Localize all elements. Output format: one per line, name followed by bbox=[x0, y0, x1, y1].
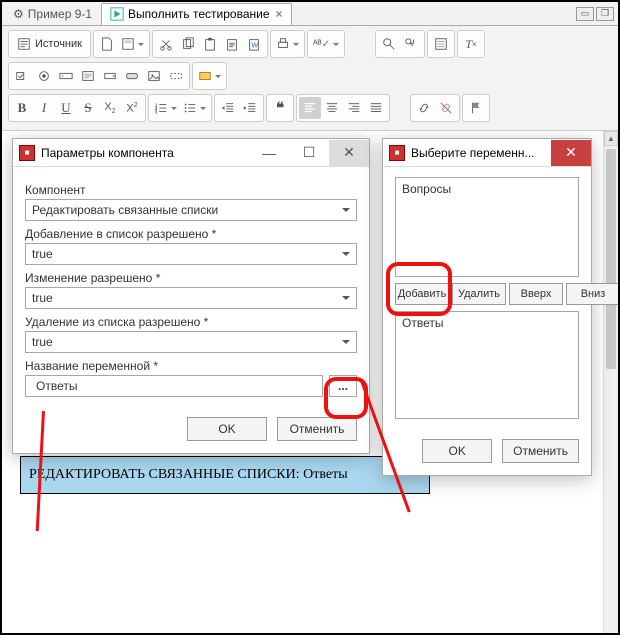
maximize-pane-button[interactable]: ❐ bbox=[596, 7, 614, 21]
dialog-title: Параметры компонента bbox=[41, 146, 249, 160]
textfield-button[interactable] bbox=[55, 65, 77, 87]
run-icon bbox=[110, 7, 124, 21]
checkbox-button[interactable] bbox=[11, 65, 33, 87]
dialog-title: Выберите переменн... bbox=[411, 146, 551, 160]
dialog-icon: ■ bbox=[19, 145, 35, 161]
cancel-button[interactable]: Отменить bbox=[502, 439, 579, 463]
blockquote-button[interactable]: ❝ bbox=[269, 97, 291, 119]
select-edit-allowed[interactable]: true bbox=[25, 287, 357, 309]
scroll-thumb[interactable] bbox=[606, 149, 616, 369]
numbered-list-button[interactable]: 123 bbox=[151, 97, 180, 119]
delete-button[interactable]: Удалить bbox=[452, 283, 506, 305]
vertical-scrollbar[interactable]: ▲ ▼ bbox=[603, 131, 618, 635]
dialog-minimize-button[interactable]: — bbox=[249, 140, 289, 166]
ok-button[interactable]: OK bbox=[187, 417, 267, 441]
up-button[interactable]: Вверх bbox=[509, 283, 563, 305]
browse-button[interactable]: ... bbox=[329, 375, 357, 397]
flag-button[interactable] bbox=[465, 97, 487, 119]
copy-button[interactable] bbox=[177, 33, 199, 55]
indent-button[interactable] bbox=[239, 97, 261, 119]
print-button[interactable] bbox=[273, 33, 302, 55]
selectall-button[interactable] bbox=[430, 33, 452, 55]
cut-button[interactable] bbox=[155, 33, 177, 55]
strike-button[interactable]: S bbox=[77, 97, 99, 119]
spellcheck-button[interactable]: ᴬᴮ✓ bbox=[310, 33, 342, 55]
label-add-allowed: Добавление в список разрешено * bbox=[25, 227, 357, 241]
selected-list[interactable]: Ответы bbox=[395, 311, 579, 419]
tab-example[interactable]: ⚙ Пример 9-1 bbox=[4, 3, 101, 25]
ok-button[interactable]: OK bbox=[422, 439, 492, 463]
new-page-button[interactable] bbox=[96, 33, 118, 55]
align-left-button[interactable] bbox=[299, 97, 321, 119]
gear-icon: ⚙ bbox=[13, 7, 24, 21]
scroll-up-icon[interactable]: ▲ bbox=[604, 131, 618, 146]
editor-tab-row: ⚙ Пример 9-1 Выполнить тестирование × ▭ … bbox=[2, 2, 618, 26]
clear-format-button[interactable]: T× bbox=[460, 33, 482, 55]
paste-text-button[interactable] bbox=[221, 33, 243, 55]
insert-component-button[interactable] bbox=[195, 65, 224, 87]
tab-run-test[interactable]: Выполнить тестирование × bbox=[101, 3, 291, 25]
close-icon[interactable]: × bbox=[276, 7, 283, 21]
select-component[interactable]: Редактировать связанные списки bbox=[25, 199, 357, 221]
add-button[interactable]: Добавить bbox=[395, 283, 449, 305]
replace-button[interactable] bbox=[400, 33, 422, 55]
bold-button[interactable]: B bbox=[11, 97, 33, 119]
bullet-list-button[interactable] bbox=[180, 97, 209, 119]
minimize-pane-button[interactable]: ▭ bbox=[576, 7, 594, 21]
component-params-dialog: ■ Параметры компонента — ☐ ✕ Компонент Р… bbox=[12, 138, 370, 454]
radio-button[interactable] bbox=[33, 65, 55, 87]
link-button[interactable] bbox=[413, 97, 435, 119]
tab-label: Выполнить тестирование bbox=[128, 7, 269, 21]
label-del-allowed: Удаление из списка разрешено * bbox=[25, 315, 357, 329]
editor-toolbar: Источник W ᴬᴮ✓ bbox=[2, 26, 618, 131]
svg-text:3: 3 bbox=[155, 109, 158, 114]
select-del-allowed[interactable]: true bbox=[25, 331, 357, 353]
select-variable-dialog: ■ Выберите переменн... ✕ Вопросы Добавит… bbox=[382, 138, 592, 476]
dialog-maximize-button[interactable]: ☐ bbox=[289, 140, 329, 166]
unlink-button[interactable] bbox=[435, 97, 457, 119]
superscript-button[interactable]: X2 bbox=[121, 97, 143, 119]
select-add-allowed[interactable]: true bbox=[25, 243, 357, 265]
dialog-close-button[interactable]: ✕ bbox=[551, 140, 591, 166]
paste-button[interactable] bbox=[199, 33, 221, 55]
templates-button[interactable] bbox=[118, 33, 147, 55]
cancel-button[interactable]: Отменить bbox=[277, 417, 357, 441]
find-button[interactable] bbox=[378, 33, 400, 55]
hidden-field-button[interactable] bbox=[165, 65, 187, 87]
label-component: Компонент bbox=[25, 183, 357, 197]
down-button[interactable]: Вниз bbox=[566, 283, 618, 305]
available-list[interactable]: Вопросы bbox=[395, 177, 579, 277]
paste-word-button[interactable]: W bbox=[243, 33, 265, 55]
underline-button[interactable]: U bbox=[55, 97, 77, 119]
svg-text:W: W bbox=[251, 43, 258, 50]
label-edit-allowed: Изменение разрешено * bbox=[25, 271, 357, 285]
list-item[interactable]: Ответы bbox=[402, 316, 572, 330]
image-button-button[interactable] bbox=[143, 65, 165, 87]
tab-label: Пример 9-1 bbox=[28, 7, 92, 21]
form-button-button[interactable] bbox=[121, 65, 143, 87]
component-placeholder[interactable]: РЕДАКТИРОВАТЬ СВЯЗАННЫЕ СПИСКИ: Ответы bbox=[20, 456, 430, 494]
align-right-button[interactable] bbox=[343, 97, 365, 119]
textarea-button[interactable] bbox=[77, 65, 99, 87]
select-button[interactable] bbox=[99, 65, 121, 87]
dialog-close-button[interactable]: ✕ bbox=[329, 140, 369, 166]
label-var-name: Название переменной * bbox=[25, 359, 357, 373]
italic-button[interactable]: I bbox=[33, 97, 55, 119]
align-justify-button[interactable] bbox=[365, 97, 387, 119]
outdent-button[interactable] bbox=[217, 97, 239, 119]
dialog-icon: ■ bbox=[389, 145, 405, 161]
align-center-button[interactable] bbox=[321, 97, 343, 119]
source-button[interactable]: Источник bbox=[11, 33, 88, 55]
input-var-name[interactable]: Ответы bbox=[25, 375, 323, 397]
subscript-button[interactable]: X2 bbox=[99, 97, 121, 119]
list-item[interactable]: Вопросы bbox=[402, 182, 572, 196]
